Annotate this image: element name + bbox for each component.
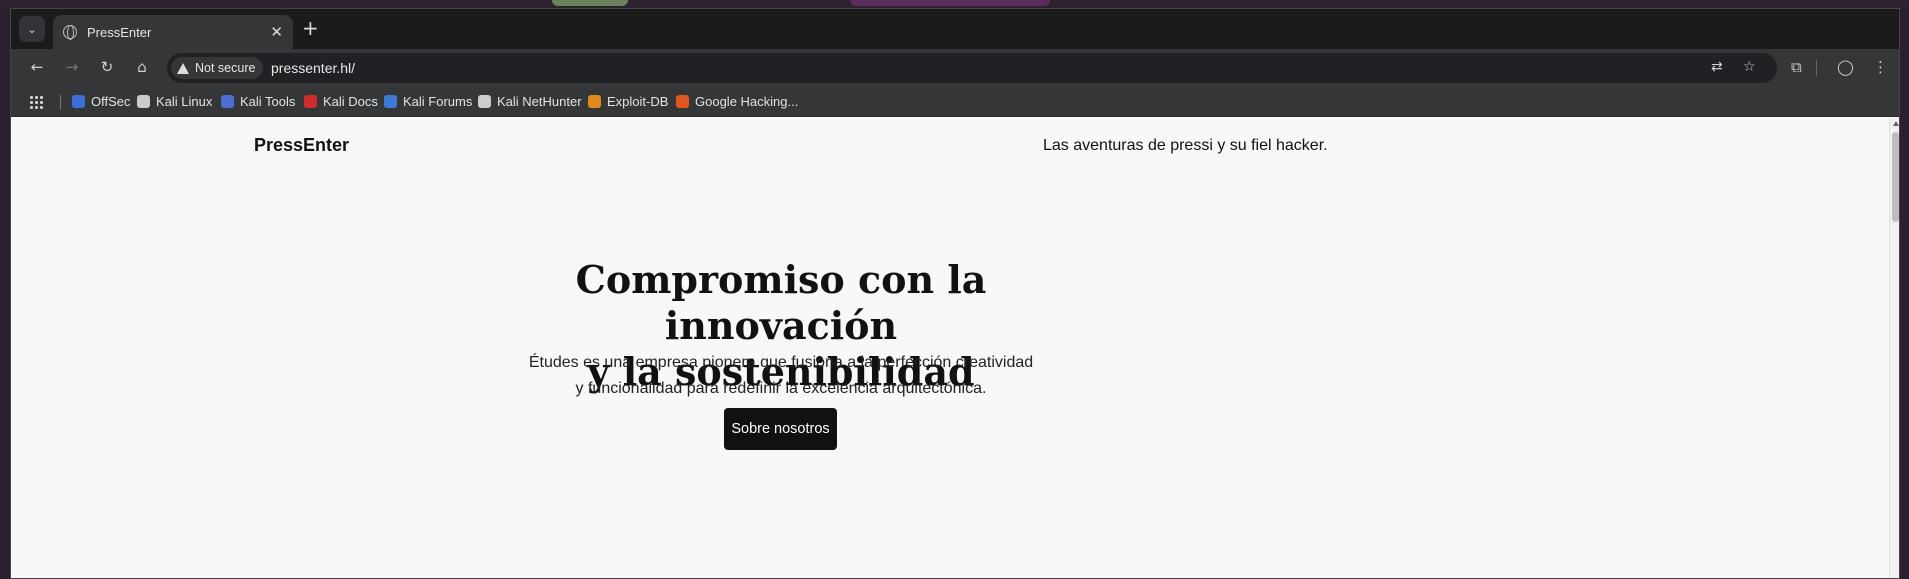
- profile-icon[interactable]: ◯: [1837, 58, 1854, 76]
- bookmark-star-icon[interactable]: ☆: [1743, 59, 1756, 75]
- reload-button[interactable]: ↻: [97, 58, 117, 76]
- translate-icon[interactable]: ⇄: [1711, 59, 1723, 75]
- hero-description-line: y funcionalidad para redefinir la excele…: [575, 380, 987, 397]
- bookmarks-bar: OffSec Kali Linux Kali Tools Kali Docs K…: [11, 87, 1899, 117]
- desktop-wallpaper-fragment: [850, 0, 1050, 6]
- bookmark-kali-forums[interactable]: Kali Forums: [384, 94, 472, 109]
- kali-tools-icon: [221, 95, 234, 108]
- bookmark-exploit-db[interactable]: Exploit-DB: [588, 94, 668, 109]
- bookmark-label: Kali Linux: [156, 94, 213, 109]
- desktop-background: [0, 0, 1909, 8]
- home-button[interactable]: ⌂: [132, 58, 152, 76]
- browser-window: ⌄ PressEnter ✕ + ← → ↻ ⌂ Not secure pres…: [10, 8, 1900, 579]
- bookmark-kali-nethunter[interactable]: Kali NetHunter: [478, 94, 582, 109]
- web-page: PressEnter Las aventuras de pressi y su …: [11, 118, 1889, 578]
- hero-heading-line: Compromiso con la innovación: [575, 257, 987, 348]
- offsec-icon: [72, 95, 85, 108]
- scrollbar-thumb[interactable]: [1892, 132, 1899, 222]
- about-us-button[interactable]: Sobre nosotros: [724, 408, 837, 450]
- warning-icon: [177, 62, 189, 74]
- page-scrollbar[interactable]: [1889, 118, 1899, 578]
- scroll-up-arrow-icon[interactable]: [1893, 121, 1899, 126]
- forward-button[interactable]: →: [62, 58, 82, 76]
- exploit-db-icon: [588, 95, 601, 108]
- site-info-chip[interactable]: Not secure: [171, 57, 264, 79]
- site-tagline: Las aventuras de pressi y su fiel hacker…: [1043, 137, 1328, 154]
- bookmark-label: Kali NetHunter: [497, 94, 582, 109]
- bookmark-kali-tools[interactable]: Kali Tools: [221, 94, 295, 109]
- address-bar[interactable]: Not secure pressenter.hl/ ⇄ ☆: [167, 53, 1777, 83]
- desktop-wallpaper-fragment: [552, 0, 628, 6]
- kali-dragon-icon: [137, 95, 150, 108]
- menu-icon[interactable]: ⋮: [1873, 58, 1888, 76]
- globe-icon: [63, 25, 77, 40]
- hero-description: Études es una empresa pionera que fusion…: [491, 350, 1071, 402]
- apps-grid-icon[interactable]: [29, 95, 43, 109]
- tab-search-button[interactable]: ⌄: [19, 16, 45, 42]
- kali-forums-icon: [384, 95, 397, 108]
- url-text[interactable]: pressenter.hl/: [271, 60, 355, 76]
- close-tab-icon[interactable]: ✕: [270, 23, 283, 41]
- bookmark-label: Kali Forums: [403, 94, 473, 109]
- back-button[interactable]: ←: [27, 58, 47, 76]
- bookmark-label: OffSec: [91, 94, 131, 109]
- bookmark-kali-docs[interactable]: Kali Docs: [304, 94, 378, 109]
- bookmark-google-hacking[interactable]: Google Hacking...: [676, 94, 798, 109]
- ghdb-icon: [676, 95, 689, 108]
- bookmark-kali-linux[interactable]: Kali Linux: [137, 94, 212, 109]
- toolbar-divider: [1816, 60, 1817, 76]
- bookmark-label: Kali Tools: [240, 94, 296, 109]
- tab-title: PressEnter: [87, 24, 152, 40]
- nethunter-icon: [478, 95, 491, 108]
- bookmark-label: Kali Docs: [323, 94, 378, 109]
- tab-pressenter[interactable]: PressEnter ✕: [53, 15, 293, 49]
- site-title[interactable]: PressEnter: [254, 135, 349, 156]
- new-tab-button[interactable]: +: [302, 18, 319, 38]
- bookmarks-divider: [60, 95, 61, 109]
- bookmark-label: Exploit-DB: [607, 94, 669, 109]
- bookmark-label: Google Hacking...: [695, 94, 799, 109]
- tab-strip: ⌄ PressEnter ✕ +: [11, 9, 1899, 49]
- extensions-icon[interactable]: ⧉: [1791, 58, 1802, 76]
- security-label: Not secure: [195, 61, 256, 75]
- browser-toolbar: ← → ↻ ⌂ Not secure pressenter.hl/ ⇄ ☆ ⧉ …: [11, 49, 1899, 87]
- hero-description-line: Études es una empresa pionera que fusion…: [528, 354, 1034, 371]
- bookmark-offsec[interactable]: OffSec: [72, 94, 131, 109]
- kali-docs-icon: [304, 95, 317, 108]
